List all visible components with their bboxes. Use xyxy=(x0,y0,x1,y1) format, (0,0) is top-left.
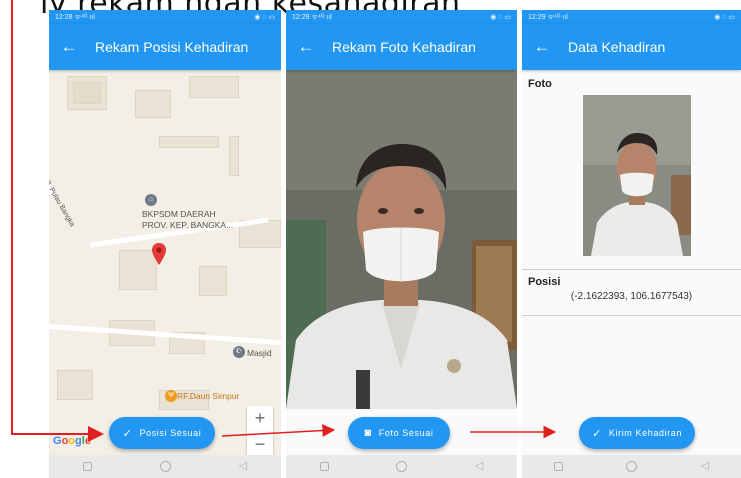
arrow-left-icon[interactable]: ← xyxy=(522,24,562,70)
flow-arrow-to-foto xyxy=(221,424,336,437)
flow-arrows xyxy=(11,0,557,442)
app-bar: ← Data Kehadiran xyxy=(522,24,741,70)
arrow-left-icon[interactable]: ← xyxy=(49,24,89,70)
app-bar: ← Rekam Posisi Kehadiran xyxy=(49,24,281,70)
app-bar: ← Rekam Foto Kehadiran xyxy=(286,24,517,70)
page-title: Rekam Posisi Kehadiran xyxy=(95,39,249,55)
flow-diagram: ly rekam ngan kesahadiran 12:28 ᯤ⁴ᴳ ııl … xyxy=(0,0,741,478)
arrow-left-icon[interactable]: ← xyxy=(286,24,326,70)
page-title: Data Kehadiran xyxy=(568,39,666,55)
page-title: Rekam Foto Kehadiran xyxy=(332,39,476,55)
